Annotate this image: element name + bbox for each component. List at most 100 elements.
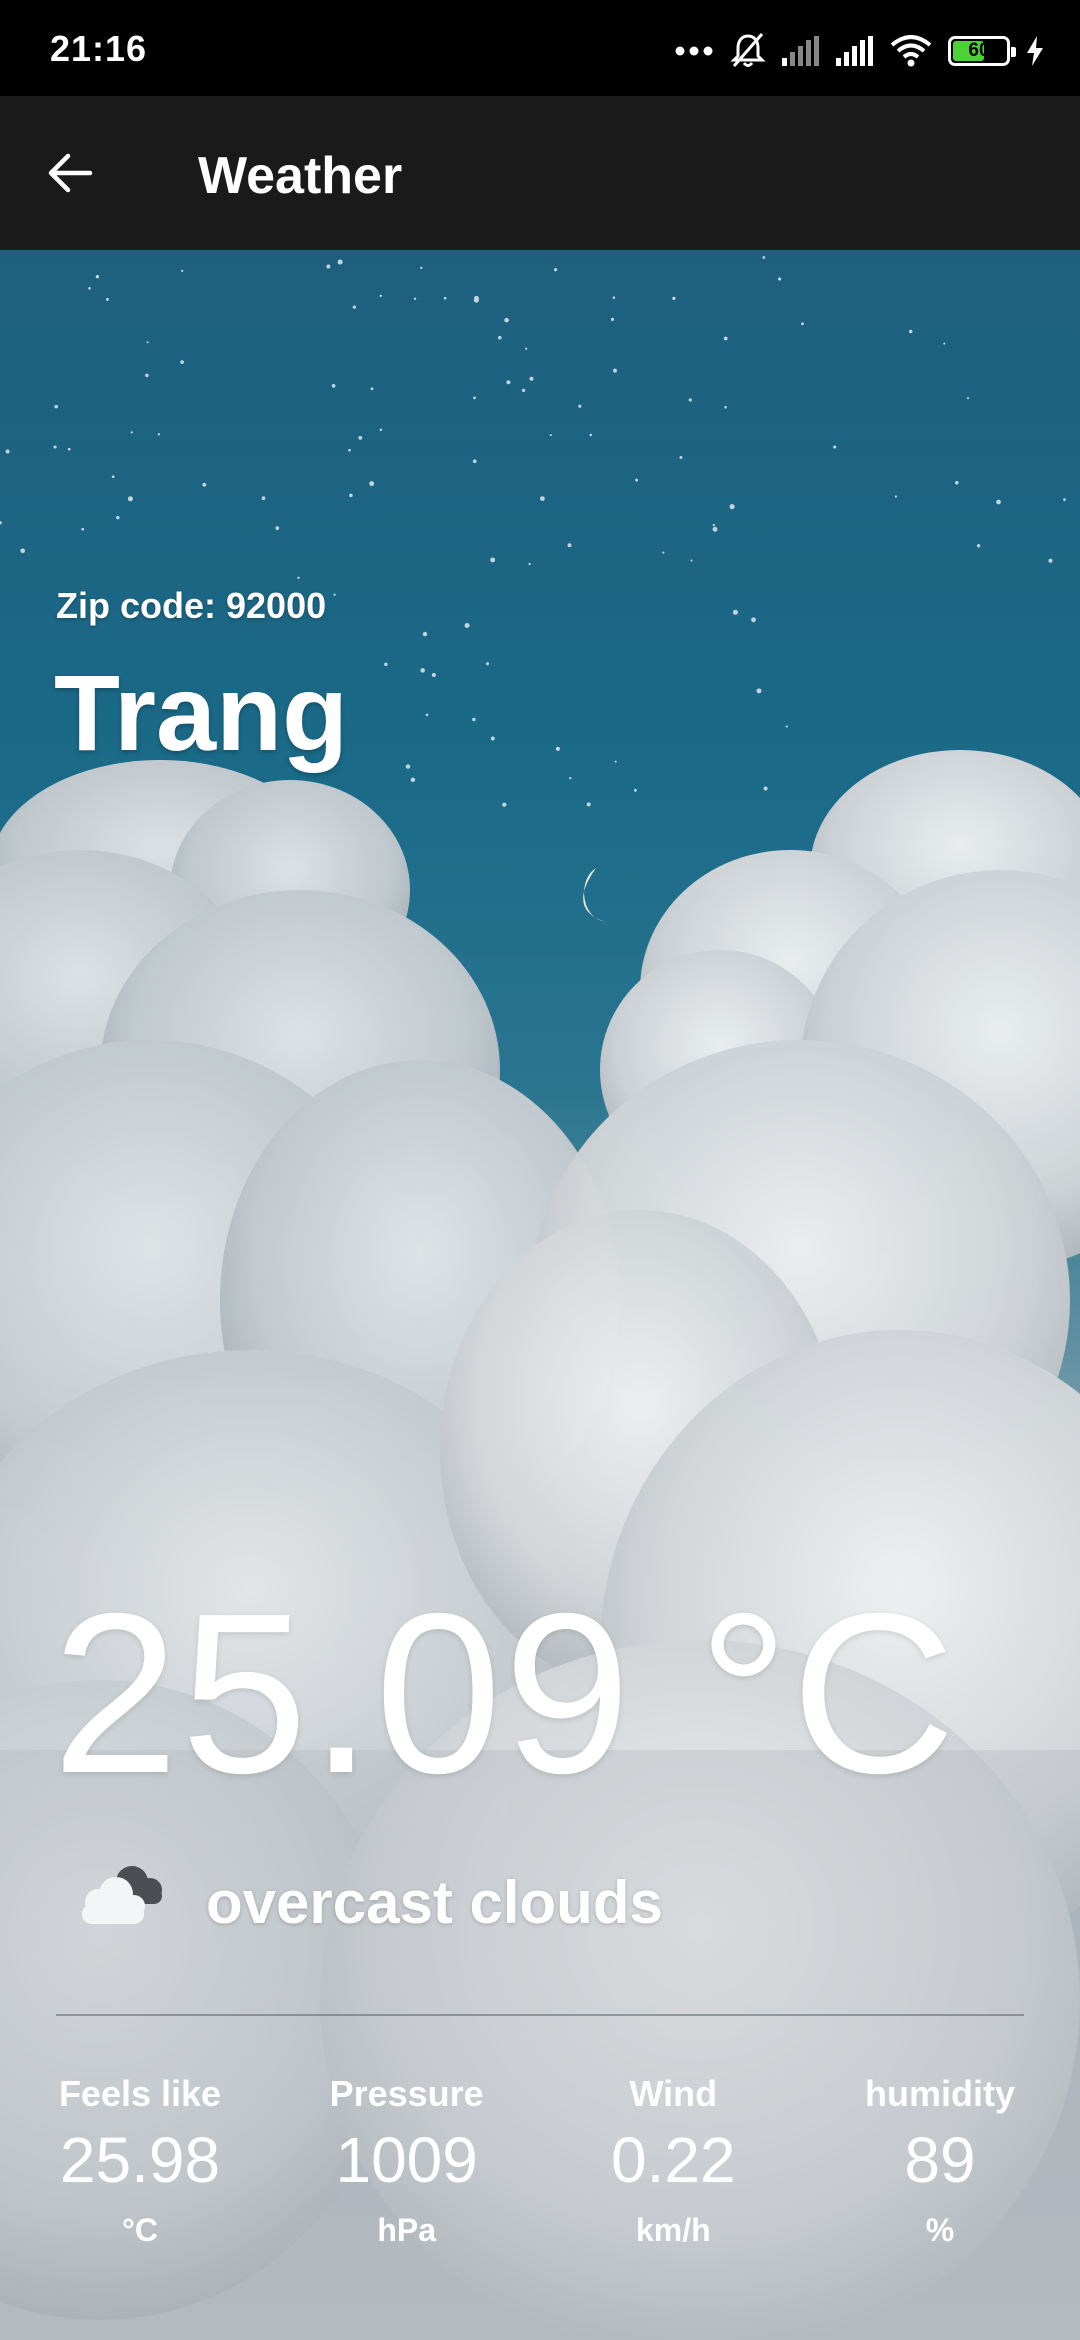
star — [756, 688, 762, 694]
star — [5, 449, 10, 454]
star — [732, 609, 738, 615]
app-title: Weather — [198, 147, 403, 205]
stat-label: Wind — [629, 2073, 718, 2114]
star — [54, 404, 58, 409]
star — [431, 672, 436, 678]
star — [145, 373, 149, 378]
star — [337, 259, 343, 265]
status-icons: 60 — [674, 30, 1044, 72]
star — [908, 329, 913, 334]
star — [379, 294, 383, 298]
star — [472, 459, 477, 464]
star — [613, 368, 617, 373]
star — [81, 527, 85, 531]
star — [502, 802, 507, 807]
star — [333, 593, 336, 596]
star — [996, 499, 1001, 505]
star — [146, 341, 149, 344]
signal-weak-icon — [782, 36, 820, 66]
stat-label: Pressure — [329, 2073, 484, 2114]
star — [420, 266, 423, 270]
star — [474, 295, 479, 301]
star — [555, 746, 560, 751]
star — [485, 662, 490, 666]
star — [724, 406, 727, 409]
star — [358, 436, 363, 440]
star — [202, 482, 207, 487]
condition-description: overcast clouds — [206, 1869, 663, 1936]
star — [473, 396, 476, 400]
star — [976, 544, 981, 548]
weather-screen: 21:16 60 Weather Zip code: 92000 Trang 2… — [0, 0, 1080, 2340]
more-dots-icon — [674, 45, 714, 57]
star — [539, 496, 545, 502]
stat-label: Feels like — [58, 2073, 222, 2114]
star — [53, 445, 57, 449]
star — [405, 764, 411, 769]
stat-wind: Wind 0.22 km/h — [573, 2072, 773, 2249]
star — [420, 668, 425, 673]
star — [88, 287, 91, 290]
star — [586, 802, 591, 807]
stat-pressure: Pressure 1009 hPa — [307, 2072, 507, 2249]
star — [525, 347, 528, 350]
star — [672, 296, 676, 301]
stat-value: 25.98 — [59, 2124, 221, 2197]
stat-unit: km/h — [635, 2212, 711, 2249]
star — [712, 526, 718, 532]
star — [326, 264, 331, 269]
star — [569, 776, 572, 780]
stat-value: 0.22 — [611, 2124, 736, 2197]
star — [490, 736, 495, 741]
zip-code-label: Zip code: 92000 — [56, 585, 327, 626]
star — [635, 478, 639, 482]
star — [130, 431, 133, 434]
star — [785, 725, 788, 728]
star — [0, 521, 2, 525]
stat-humidity: humidity 89 % — [840, 2072, 1040, 2249]
battery-level: 60 — [968, 40, 990, 61]
star — [955, 481, 959, 485]
star — [422, 631, 428, 637]
star — [610, 317, 615, 322]
star — [127, 496, 133, 502]
star — [111, 475, 115, 479]
star — [589, 433, 593, 437]
star — [578, 404, 582, 408]
city-name: Trang — [54, 652, 349, 773]
signal-strong-icon — [836, 36, 874, 66]
weather-stats: Feels like 25.98 °C Pressure 1009 hPa Wi… — [40, 2072, 1040, 2249]
star — [369, 481, 375, 487]
star — [348, 448, 351, 452]
status-bar: 21:16 60 — [0, 0, 1080, 96]
stat-value: 89 — [904, 2124, 976, 2197]
star — [1048, 558, 1053, 563]
star — [762, 256, 766, 259]
divider — [56, 2014, 1024, 2016]
app-bar: Weather — [0, 96, 1080, 250]
star — [567, 543, 572, 548]
night-sky-clouds-image — [0, 256, 1080, 2340]
star — [833, 445, 837, 449]
star — [614, 760, 617, 763]
star — [633, 788, 637, 792]
star — [778, 277, 782, 281]
star — [116, 516, 120, 520]
star — [679, 456, 683, 459]
star — [413, 297, 417, 301]
star — [490, 557, 496, 563]
star — [352, 305, 357, 309]
star — [379, 428, 383, 431]
star — [157, 433, 161, 436]
star — [349, 493, 353, 498]
current-temperature: 25.09 °C — [52, 1567, 958, 1821]
silent-bell-icon — [730, 32, 766, 70]
star — [528, 562, 531, 566]
star — [690, 559, 693, 562]
status-time: 21:16 — [50, 28, 148, 69]
star — [464, 622, 470, 629]
star — [95, 275, 100, 279]
star — [384, 662, 388, 667]
back-button[interactable] — [30, 133, 110, 213]
stat-unit: hPa — [377, 2212, 436, 2249]
